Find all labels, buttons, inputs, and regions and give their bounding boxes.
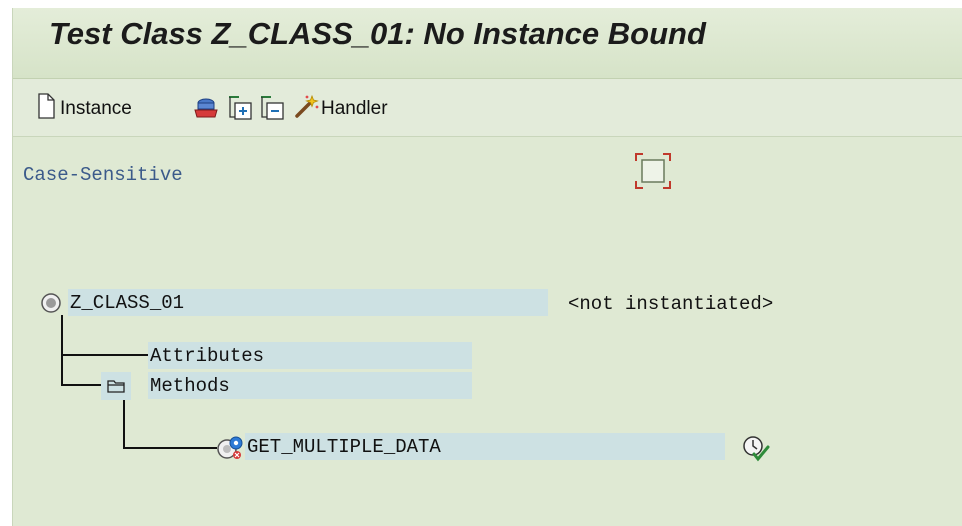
instance-button[interactable]: Instance bbox=[37, 93, 132, 124]
class-name: Z_CLASS_01 bbox=[70, 291, 185, 314]
method-node-toggle[interactable] bbox=[216, 435, 244, 466]
methods-label: Methods bbox=[150, 374, 230, 397]
attributes-label: Attributes bbox=[150, 344, 265, 367]
method-gear-icon bbox=[217, 436, 243, 459]
methods-node[interactable]: Methods bbox=[148, 372, 472, 399]
expand-all-button[interactable] bbox=[227, 95, 253, 126]
window-title: Test Class Z_CLASS_01: No Instance Bound bbox=[49, 16, 706, 51]
tree-line bbox=[123, 400, 125, 448]
checkbox-icon bbox=[635, 153, 671, 189]
tree-line bbox=[61, 384, 101, 386]
magic-wand-icon bbox=[293, 93, 319, 124]
title-bar: Test Class Z_CLASS_01: No Instance Bound bbox=[13, 8, 962, 79]
class-name-node[interactable]: Z_CLASS_01 bbox=[68, 289, 548, 316]
instance-button-label: Instance bbox=[60, 97, 132, 119]
method-name-node[interactable]: GET_MULTIPLE_DATA bbox=[245, 433, 725, 460]
class-tree-area: Case-Sensitive Z_CLASS_01 <not instantia… bbox=[13, 137, 962, 526]
tree-line bbox=[61, 354, 149, 356]
handler-button-label: Handler bbox=[321, 97, 388, 119]
execute-method-button[interactable] bbox=[741, 434, 771, 467]
tree-line bbox=[123, 447, 217, 449]
document-icon bbox=[37, 93, 55, 124]
method-name: GET_MULTIPLE_DATA bbox=[247, 435, 441, 458]
attributes-node[interactable]: Attributes bbox=[148, 342, 472, 369]
cube-icon bbox=[193, 97, 219, 124]
handler-button[interactable]: Handler bbox=[293, 93, 388, 124]
toolbar: Instance Handler bbox=[13, 79, 962, 137]
case-sensitive-checkbox[interactable] bbox=[634, 152, 672, 195]
case-sensitive-label: Case-Sensitive bbox=[23, 164, 183, 186]
test-class-window: Test Class Z_CLASS_01: No Instance Bound… bbox=[12, 8, 962, 526]
folder-open-icon bbox=[107, 380, 125, 393]
class-node-icon bbox=[41, 293, 61, 313]
root-node-toggle[interactable] bbox=[40, 292, 62, 314]
expand-tree-icon bbox=[227, 95, 253, 126]
object-button[interactable] bbox=[193, 97, 219, 124]
collapse-all-button[interactable] bbox=[259, 95, 285, 126]
methods-folder-toggle[interactable] bbox=[101, 372, 131, 400]
collapse-tree-icon bbox=[259, 95, 285, 126]
tree-line bbox=[61, 315, 63, 386]
instance-status: <not instantiated> bbox=[568, 293, 774, 315]
execute-icon bbox=[743, 436, 770, 462]
